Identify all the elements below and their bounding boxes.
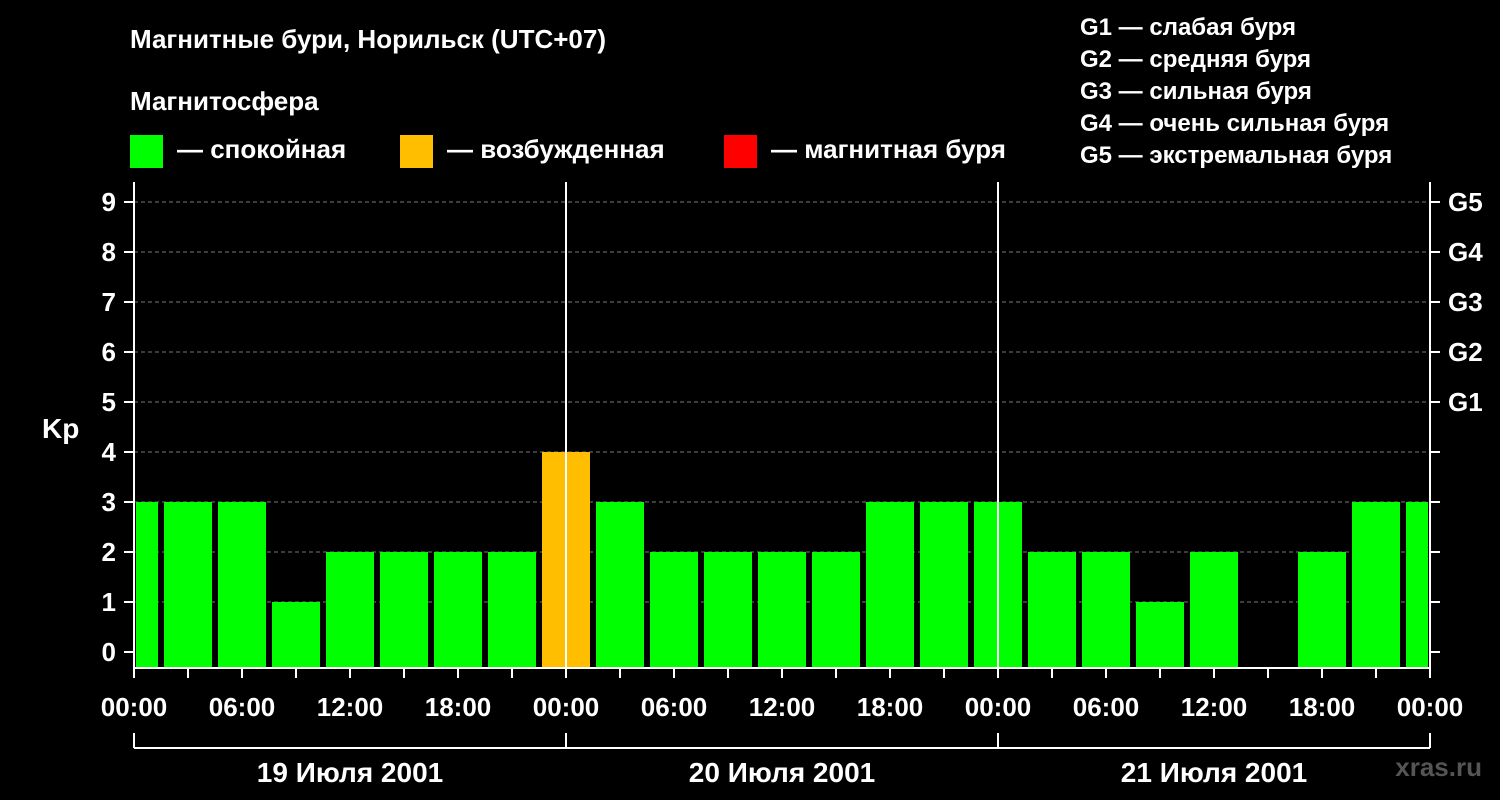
y-tick-label-9: 9 bbox=[102, 187, 116, 217]
kp-bar-13 bbox=[812, 552, 860, 668]
x-tick-label-7: 18:00 bbox=[857, 692, 924, 722]
kp-bar-14 bbox=[866, 502, 914, 668]
kp-chart: 0 1 2 3 4 5 6 7 8 9 G1 G2 G3 G4 G5 Kp 00:00 06:00 12:00 18:… bbox=[42, 182, 1483, 788]
y-axis-title: Kp bbox=[42, 413, 79, 444]
kp-bar-23 bbox=[1352, 502, 1400, 668]
x-tick-label-5: 06:00 bbox=[641, 692, 708, 722]
x-tick-label-8: 00:00 bbox=[965, 692, 1032, 722]
day-label-1: 20 Июля 2001 bbox=[689, 757, 875, 788]
kp-bar-1 bbox=[164, 502, 212, 668]
y-tick-label-1: 1 bbox=[102, 587, 116, 617]
x-tick-label-9: 06:00 bbox=[1073, 692, 1140, 722]
y-tick-label-5: 5 bbox=[102, 387, 116, 417]
kp-bar-18 bbox=[1082, 552, 1130, 668]
y-tick-label-7: 7 bbox=[102, 287, 116, 317]
kp-bar-20 bbox=[1190, 552, 1238, 668]
x-tick-label-4: 00:00 bbox=[533, 692, 600, 722]
y-tick-label-0: 0 bbox=[102, 637, 116, 667]
x-tick-label-2: 12:00 bbox=[317, 692, 384, 722]
y-tick-label-3: 3 bbox=[102, 487, 116, 517]
kp-bar-2 bbox=[218, 502, 266, 668]
kp-bar-17 bbox=[1028, 552, 1076, 668]
x-tick-label-6: 12:00 bbox=[749, 692, 816, 722]
g-level-label-G5: G5 bbox=[1448, 187, 1483, 217]
y-tick-label-6: 6 bbox=[102, 337, 116, 367]
kp-bar-24 bbox=[1406, 502, 1428, 668]
kp-bar-10 bbox=[650, 552, 698, 668]
kp-bar-11 bbox=[704, 552, 752, 668]
kp-bar-0 bbox=[136, 502, 158, 668]
g-level-label-G3: G3 bbox=[1448, 287, 1483, 317]
day-label-0: 19 Июля 2001 bbox=[257, 757, 443, 788]
x-tick-label-3: 18:00 bbox=[425, 692, 492, 722]
kp-bar-6 bbox=[434, 552, 482, 668]
watermark: xras.ru bbox=[1395, 752, 1482, 782]
y-tick-label-8: 8 bbox=[102, 237, 116, 267]
g-level-label-G4: G4 bbox=[1448, 237, 1483, 267]
day-label-2: 21 Июля 2001 bbox=[1121, 757, 1307, 788]
g-level-label-G2: G2 bbox=[1448, 337, 1483, 367]
y-tick-label-4: 4 bbox=[102, 437, 117, 467]
x-tick-label-10: 12:00 bbox=[1181, 692, 1248, 722]
kp-bar-12 bbox=[758, 552, 806, 668]
x-tick-label-11: 18:00 bbox=[1289, 692, 1356, 722]
kp-bar-3 bbox=[272, 602, 320, 668]
kp-bar-15 bbox=[920, 502, 968, 668]
kp-bar-9 bbox=[596, 502, 644, 668]
kp-bar-19 bbox=[1136, 602, 1184, 668]
kp-bar-7 bbox=[488, 552, 536, 668]
kp-bar-4 bbox=[326, 552, 374, 668]
x-tick-label-12: 00:00 bbox=[1397, 692, 1464, 722]
kp-bar-22 bbox=[1298, 552, 1346, 668]
y-tick-label-2: 2 bbox=[102, 537, 116, 567]
x-tick-label-1: 06:00 bbox=[209, 692, 276, 722]
g-level-label-G1: G1 bbox=[1448, 387, 1483, 417]
kp-bar-5 bbox=[380, 552, 428, 668]
x-tick-label-0: 00:00 bbox=[101, 692, 168, 722]
